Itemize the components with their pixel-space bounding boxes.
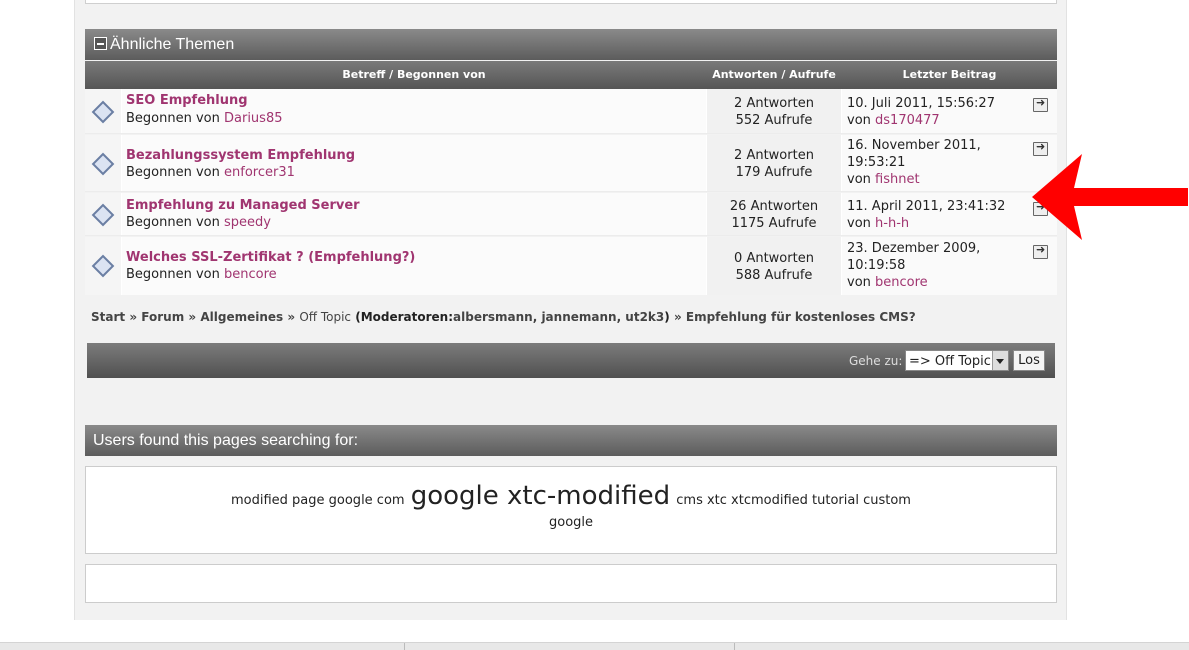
forum-content-wrapper: Ähnliche Themen Betreff / Begonnen von A… — [74, 0, 1067, 620]
started-by-label: Begonnen von — [126, 215, 220, 230]
chevron-down-icon[interactable] — [992, 351, 1008, 370]
last-post-date: 10. Juli 2011, 15:56:27 — [847, 96, 995, 111]
table-row: Bezahlungssystem Empfehlung Begonnen von… — [85, 135, 1057, 192]
replies-count: 26 Antworten — [729, 199, 819, 214]
search-tag[interactable]: google — [549, 515, 593, 530]
last-poster-link[interactable]: fishnet — [875, 172, 920, 187]
thread-title-link[interactable]: Welches SSL-Zertifikat ? (Empfehlung?) — [126, 250, 415, 265]
table-row: SEO Empfehlung Begonnen von Darius85 2 A… — [85, 89, 1057, 134]
breadcrumb-general[interactable]: Allgemeines — [200, 310, 283, 324]
started-by-label: Begonnen von — [126, 111, 220, 126]
thread-title-link[interactable]: Bezahlungssystem Empfehlung — [126, 148, 355, 163]
views-count: 1175 Aufrufe — [731, 216, 817, 231]
thread-icon — [91, 100, 115, 124]
jump-to-bar: Gehe zu: => Off Topic Los — [87, 343, 1055, 378]
search-terms-header: Users found this pages searching for: — [85, 425, 1057, 456]
thread-icon — [91, 152, 115, 176]
author-link[interactable]: bencore — [224, 267, 277, 282]
started-by-label: Begonnen von — [126, 165, 220, 180]
breadcrumb-forum[interactable]: Forum — [141, 310, 184, 324]
column-replies-views[interactable]: Antworten / Aufrufe — [707, 61, 841, 89]
column-last-post[interactable]: Letzter Beitrag — [842, 61, 1057, 89]
similar-topics-title: Ähnliche Themen — [110, 36, 235, 53]
breadcrumb-start[interactable]: Start — [91, 310, 125, 324]
started-by-label: Begonnen von — [126, 267, 220, 282]
last-post-date: 16. November 2011, 19:53:21 — [847, 138, 981, 170]
column-subject[interactable]: Betreff / Begonnen von — [122, 61, 706, 89]
thread-icon — [91, 254, 115, 278]
empty-panel — [85, 564, 1057, 603]
last-post-date: 11. April 2011, 23:41:32 — [847, 199, 1006, 214]
go-to-last-post-icon[interactable] — [1033, 243, 1048, 259]
last-poster-link[interactable]: bencore — [875, 275, 928, 290]
thread-title-link[interactable]: Empfehlung zu Managed Server — [126, 198, 360, 213]
jump-label: Gehe zu: — [849, 354, 903, 368]
views-count: 552 Aufrufe — [735, 113, 813, 128]
go-button[interactable]: Los — [1013, 350, 1045, 371]
author-link[interactable]: speedy — [224, 215, 271, 230]
search-tag[interactable]: google xtc-modified — [411, 481, 670, 511]
replies-count: 2 Antworten — [734, 96, 814, 111]
search-tag[interactable]: cms xtc xtcmodified tutorial custom — [676, 493, 911, 508]
table-row: Empfehlung zu Managed Server Begonnen vo… — [85, 193, 1057, 236]
collapse-icon[interactable] — [94, 37, 107, 50]
moderator-links[interactable]: albersmann, jannemann, ut2k3 — [453, 310, 664, 324]
last-poster-link[interactable]: h-h-h — [875, 216, 909, 231]
go-to-last-post-icon[interactable] — [1033, 96, 1048, 112]
last-post-date: 23. Dezember 2009, 10:19:58 — [847, 241, 981, 273]
table-row: Welches SSL-Zertifikat ? (Empfehlung?) B… — [85, 237, 1057, 295]
search-tag[interactable]: modified page google com — [231, 493, 405, 508]
previous-box-edge — [85, 0, 1057, 4]
red-arrow-annotation — [1032, 154, 1188, 240]
author-link[interactable]: Darius85 — [224, 111, 283, 126]
last-poster-link[interactable]: ds170477 — [875, 113, 940, 128]
author-link[interactable]: enforcer31 — [224, 165, 295, 180]
similar-topics-table-header: Betreff / Begonnen von Antworten / Aufru… — [85, 61, 1057, 89]
replies-count: 2 Antworten — [734, 148, 814, 163]
thread-icon — [91, 203, 115, 227]
breadcrumb-thread[interactable]: Empfehlung für kostenloses CMS? — [686, 310, 916, 324]
tag-cloud: modified page google com google xtc-modi… — [85, 466, 1057, 554]
similar-topics-header: Ähnliche Themen — [85, 29, 1057, 60]
thread-title-link[interactable]: SEO Empfehlung — [126, 93, 248, 108]
views-count: 588 Aufrufe — [735, 268, 813, 283]
replies-count: 0 Antworten — [734, 251, 814, 266]
jump-to-select[interactable]: => Off Topic — [905, 350, 1009, 371]
search-terms-title: Users found this pages searching for: — [93, 432, 359, 449]
breadcrumb: Start » Forum » Allgemeines » Off Topic … — [91, 310, 916, 324]
breadcrumb-offtopic[interactable]: Off Topic — [299, 310, 351, 324]
views-count: 179 Aufrufe — [735, 165, 813, 180]
